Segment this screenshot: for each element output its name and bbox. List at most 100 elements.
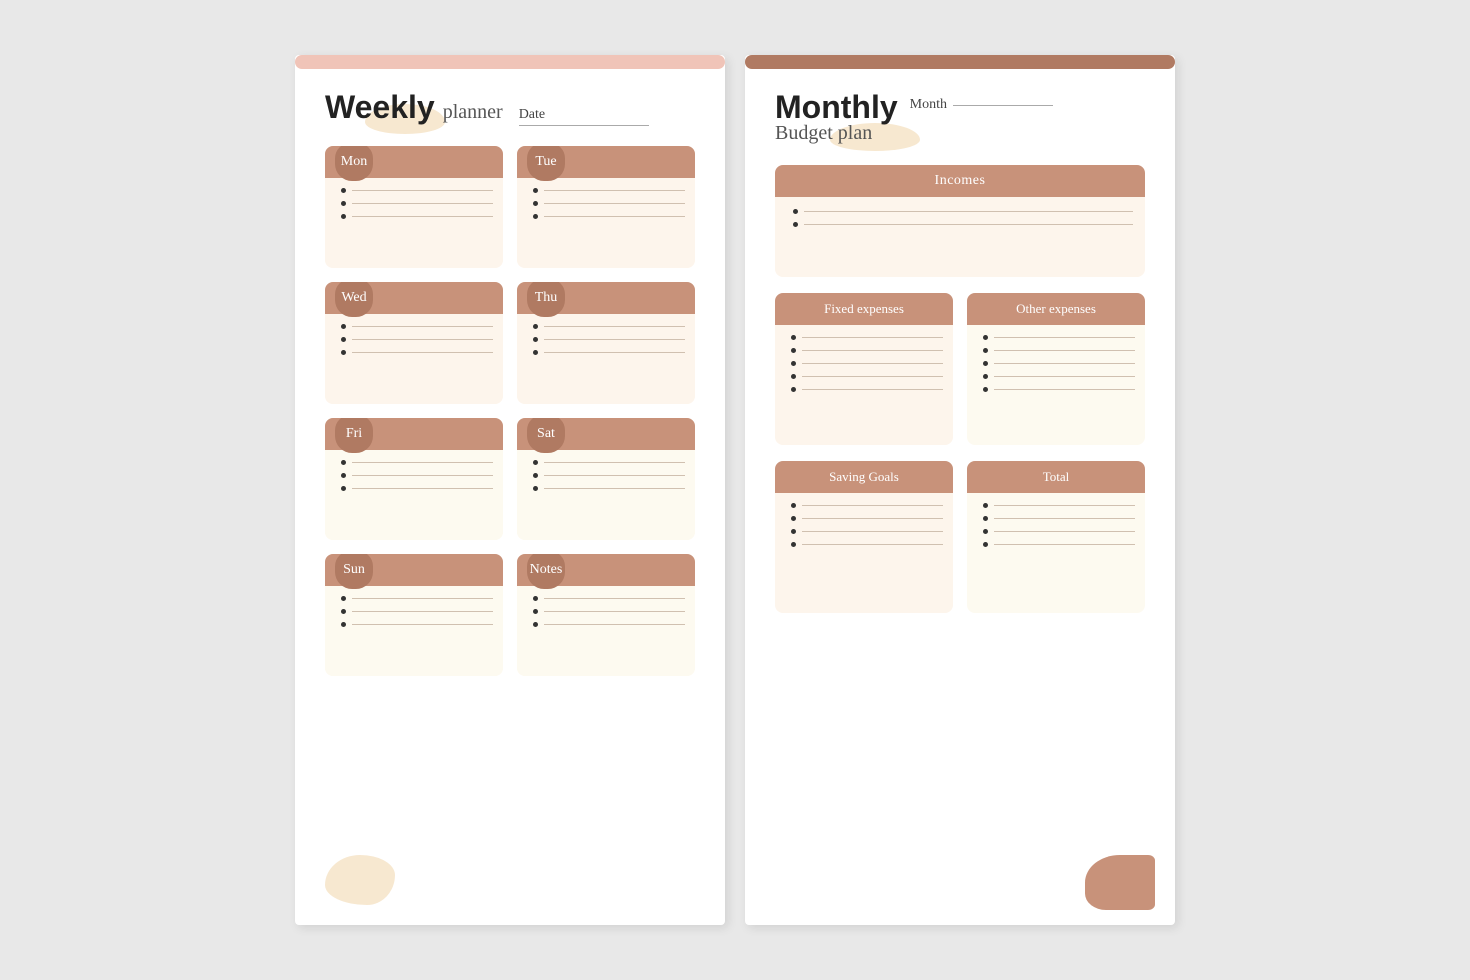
line xyxy=(352,216,493,217)
date-field[interactable]: Date xyxy=(519,107,649,126)
weekly-header: Weekly planner Date xyxy=(325,89,695,126)
goals-total-row: Saving Goals Total xyxy=(775,461,1145,613)
bullet-line xyxy=(341,188,493,193)
line xyxy=(352,475,493,476)
monthly-top-bar xyxy=(745,55,1175,69)
expenses-row: Fixed expenses Other expenses xyxy=(775,293,1145,445)
day-badge-tue: Tue xyxy=(527,146,565,181)
bullet-line xyxy=(983,361,1135,366)
line xyxy=(352,203,493,204)
planner-subtitle: planner xyxy=(443,101,503,123)
fixed-expenses-body[interactable] xyxy=(775,325,953,445)
bullet-line xyxy=(793,209,1133,214)
line xyxy=(994,531,1135,532)
bullet-line xyxy=(533,473,685,478)
bullet-dot xyxy=(983,348,988,353)
day-content-sun[interactable] xyxy=(325,586,503,676)
day-header-tue: Tue xyxy=(517,146,695,178)
saving-goals-body[interactable] xyxy=(775,493,953,613)
weekly-planner-page: Weekly planner Date Mon xyxy=(295,55,725,925)
month-line xyxy=(953,105,1053,106)
line xyxy=(802,389,943,390)
bullet-line xyxy=(341,473,493,478)
line xyxy=(802,363,943,364)
weekly-title: Weekly xyxy=(325,89,435,125)
bullet-dot xyxy=(341,324,346,329)
bullet-line xyxy=(791,374,943,379)
day-content-wed[interactable] xyxy=(325,314,503,404)
line xyxy=(544,339,685,340)
bullet-dot xyxy=(983,503,988,508)
day-content-mon[interactable] xyxy=(325,178,503,268)
other-expenses-section: Other expenses xyxy=(967,293,1145,445)
day-header-notes: Notes xyxy=(517,554,695,586)
bullet-line xyxy=(341,324,493,329)
day-header-fri: Fri xyxy=(325,418,503,450)
bullet-line xyxy=(533,214,685,219)
bullet-line xyxy=(341,609,493,614)
day-badge-notes: Notes xyxy=(527,554,565,589)
total-body[interactable] xyxy=(967,493,1145,613)
day-content-notes[interactable] xyxy=(517,586,695,676)
bullet-line xyxy=(533,622,685,627)
day-header-sun: Sun xyxy=(325,554,503,586)
other-expenses-body[interactable] xyxy=(967,325,1145,445)
bullet-line xyxy=(983,348,1135,353)
line xyxy=(544,462,685,463)
line xyxy=(352,598,493,599)
line xyxy=(544,475,685,476)
line xyxy=(994,350,1135,351)
bullet-line xyxy=(983,374,1135,379)
bullet-dot xyxy=(533,609,538,614)
bullet-line xyxy=(533,460,685,465)
incomes-section: Incomes xyxy=(775,165,1145,277)
day-content-thu[interactable] xyxy=(517,314,695,404)
day-content-tue[interactable] xyxy=(517,178,695,268)
bullet-dot xyxy=(533,473,538,478)
bullet-dot xyxy=(791,542,796,547)
bullet-dot xyxy=(341,473,346,478)
line xyxy=(994,518,1135,519)
incomes-body[interactable] xyxy=(775,197,1145,277)
bullet-line xyxy=(983,335,1135,340)
bullet-line xyxy=(533,609,685,614)
saving-goals-header: Saving Goals xyxy=(775,461,953,493)
bullet-line xyxy=(791,516,943,521)
day-header-wed: Wed xyxy=(325,282,503,314)
line xyxy=(802,518,943,519)
bullet-dot xyxy=(533,337,538,342)
bullet-line xyxy=(341,596,493,601)
day-content-fri[interactable] xyxy=(325,450,503,540)
monthly-bottom-decoration xyxy=(1075,840,1155,910)
bullet-dot xyxy=(341,201,346,206)
month-field[interactable]: Month xyxy=(910,97,1053,113)
line xyxy=(994,505,1135,506)
line xyxy=(352,326,493,327)
bullet-dot xyxy=(791,348,796,353)
day-badge-fri: Fri xyxy=(335,418,373,453)
line xyxy=(352,611,493,612)
line xyxy=(994,363,1135,364)
bullet-line xyxy=(533,350,685,355)
bullet-line xyxy=(341,201,493,206)
line xyxy=(352,352,493,353)
bullet-dot xyxy=(341,337,346,342)
bullet-line xyxy=(533,201,685,206)
bullet-dot xyxy=(983,374,988,379)
line xyxy=(544,216,685,217)
line xyxy=(802,376,943,377)
day-box-mon: Mon xyxy=(325,146,503,268)
day-label-thu: Thu xyxy=(535,290,558,306)
saving-goals-section: Saving Goals xyxy=(775,461,953,613)
bullet-dot xyxy=(983,361,988,366)
line xyxy=(352,488,493,489)
bullet-dot xyxy=(533,622,538,627)
day-label-mon: Mon xyxy=(341,154,367,170)
day-label-tue: Tue xyxy=(535,154,556,170)
bullet-line xyxy=(533,486,685,491)
day-content-sat[interactable] xyxy=(517,450,695,540)
day-badge-mon: Mon xyxy=(335,146,373,181)
bullet-line xyxy=(983,503,1135,508)
line xyxy=(352,624,493,625)
bullet-line xyxy=(791,529,943,534)
